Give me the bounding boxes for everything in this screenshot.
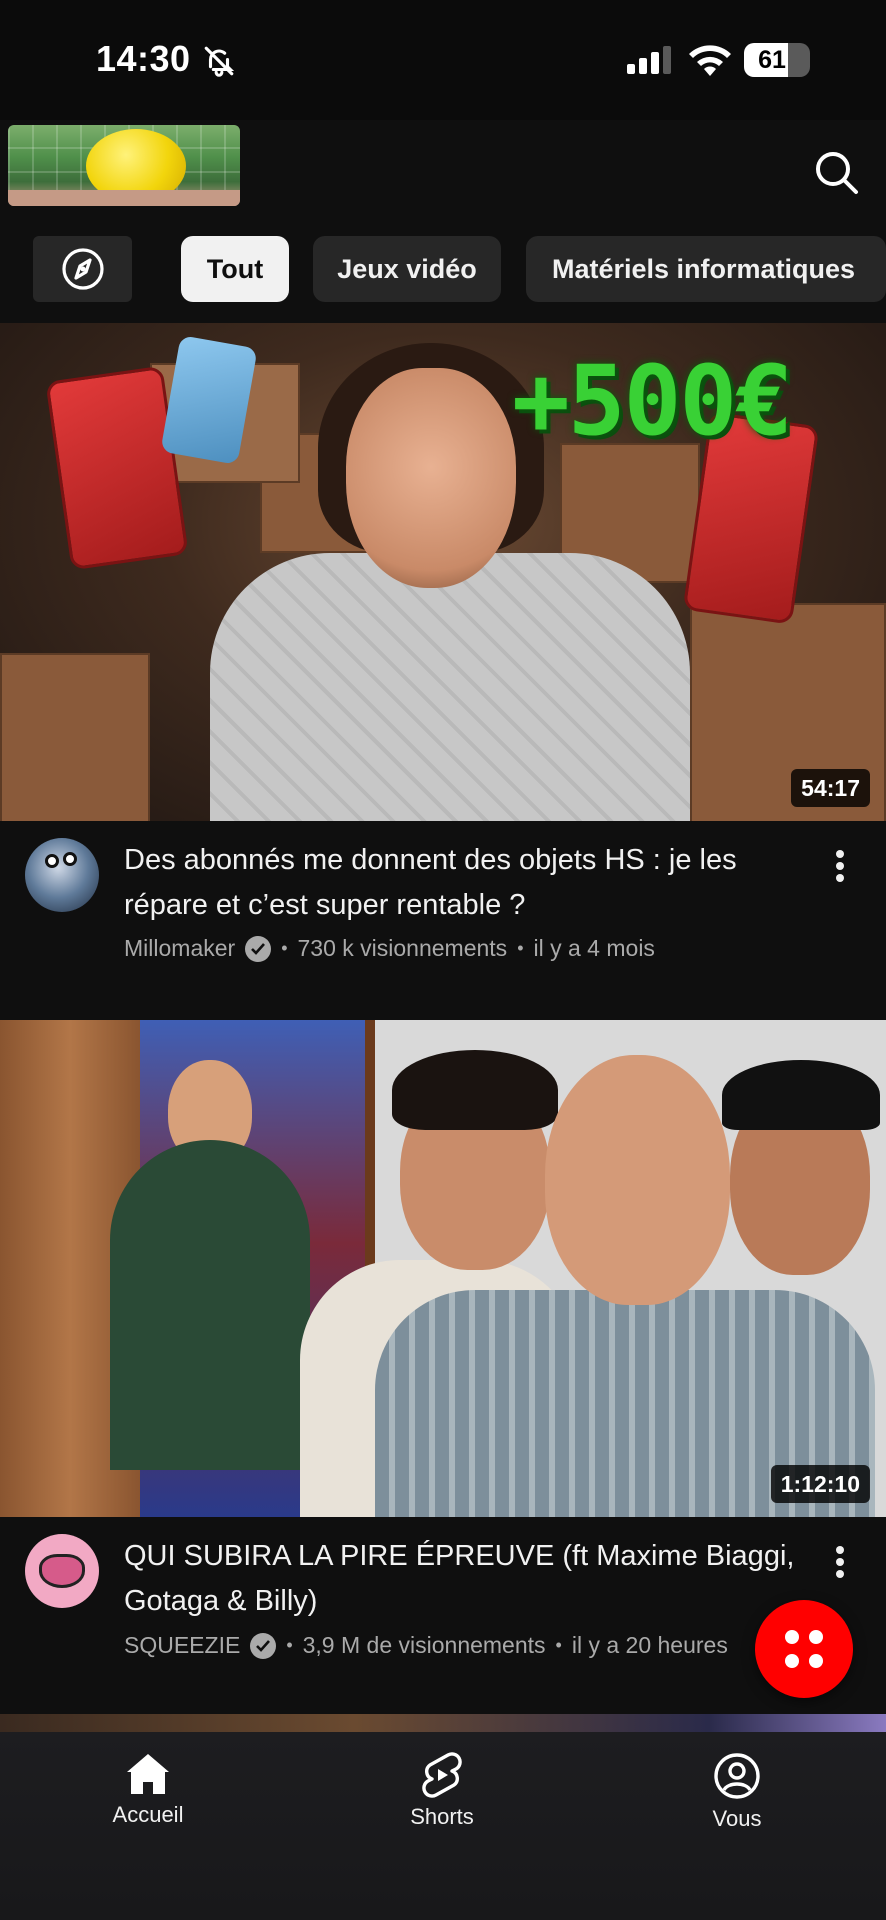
video-meta: Millomaker • 730 k visionnements • il y … bbox=[124, 935, 655, 962]
compass-icon bbox=[62, 248, 104, 290]
create-fab-button[interactable] bbox=[755, 1600, 853, 1698]
nav-home-label: Accueil bbox=[112, 1802, 184, 1827]
verified-badge-icon bbox=[250, 1632, 277, 1659]
verified-badge-icon bbox=[245, 935, 272, 962]
more-options-icon[interactable] bbox=[824, 1540, 856, 1584]
next-video-thumbnail[interactable] bbox=[0, 1714, 886, 1734]
video-thumbnail[interactable]: 1:12:10 bbox=[0, 1020, 886, 1517]
channel-name[interactable]: Millomaker bbox=[124, 935, 235, 962]
more-options-icon[interactable] bbox=[824, 844, 856, 888]
account-icon bbox=[714, 1753, 760, 1799]
nav-you-label: Vous bbox=[712, 1806, 762, 1831]
shorts-icon bbox=[422, 1752, 462, 1798]
chip-tout[interactable]: Tout bbox=[181, 236, 289, 302]
view-count: 3,9 M de visionnements bbox=[302, 1632, 546, 1658]
cellular-signal-icon bbox=[627, 46, 671, 74]
wifi-icon bbox=[689, 45, 731, 76]
nav-home[interactable]: Accueil bbox=[58, 1752, 238, 1828]
chip-jeux-video[interactable]: Jeux vidéo bbox=[313, 236, 501, 302]
video-duration: 1:12:10 bbox=[770, 1465, 870, 1503]
home-icon bbox=[127, 1754, 169, 1794]
video-title[interactable]: Des abonnés me donnent des objets HS : j… bbox=[124, 838, 804, 928]
search-icon[interactable] bbox=[812, 148, 860, 196]
chip-materiels-informatiques[interactable]: Matériels informatiques bbox=[526, 236, 886, 302]
bottom-navigation: Accueil Shorts Vous bbox=[0, 1732, 886, 1920]
nav-shorts[interactable]: Shorts bbox=[352, 1752, 532, 1830]
video-meta: SQUEEZIE • 3,9 M de visionnements • il y… bbox=[124, 1632, 728, 1659]
channel-name[interactable]: SQUEEZIE bbox=[124, 1632, 240, 1659]
channel-avatar[interactable] bbox=[25, 1534, 99, 1608]
battery-percent: 61 bbox=[758, 46, 786, 74]
explore-chip[interactable] bbox=[33, 236, 132, 302]
channel-avatar[interactable] bbox=[25, 838, 99, 912]
video-thumbnail[interactable]: +500€ 54:17 bbox=[0, 323, 886, 821]
battery-icon: 61 bbox=[744, 43, 810, 77]
video-duration: 54:17 bbox=[791, 769, 870, 807]
upload-age: il y a 20 heures bbox=[571, 1632, 728, 1658]
nav-you[interactable]: Vous bbox=[647, 1752, 827, 1832]
nav-shorts-label: Shorts bbox=[410, 1804, 474, 1829]
doodle-logo[interactable] bbox=[8, 125, 240, 206]
bell-muted-icon bbox=[204, 46, 235, 77]
video-title[interactable]: QUI SUBIRA LA PIRE ÉPREUVE (ft Maxime Bi… bbox=[124, 1534, 804, 1624]
status-bar: 14:30 61 bbox=[0, 0, 886, 120]
view-count: 730 k visionnements bbox=[297, 935, 508, 961]
thumbnail-overlay-text: +500€ bbox=[512, 345, 793, 457]
status-time: 14:30 bbox=[96, 38, 191, 79]
upload-age: il y a 4 mois bbox=[533, 935, 655, 961]
